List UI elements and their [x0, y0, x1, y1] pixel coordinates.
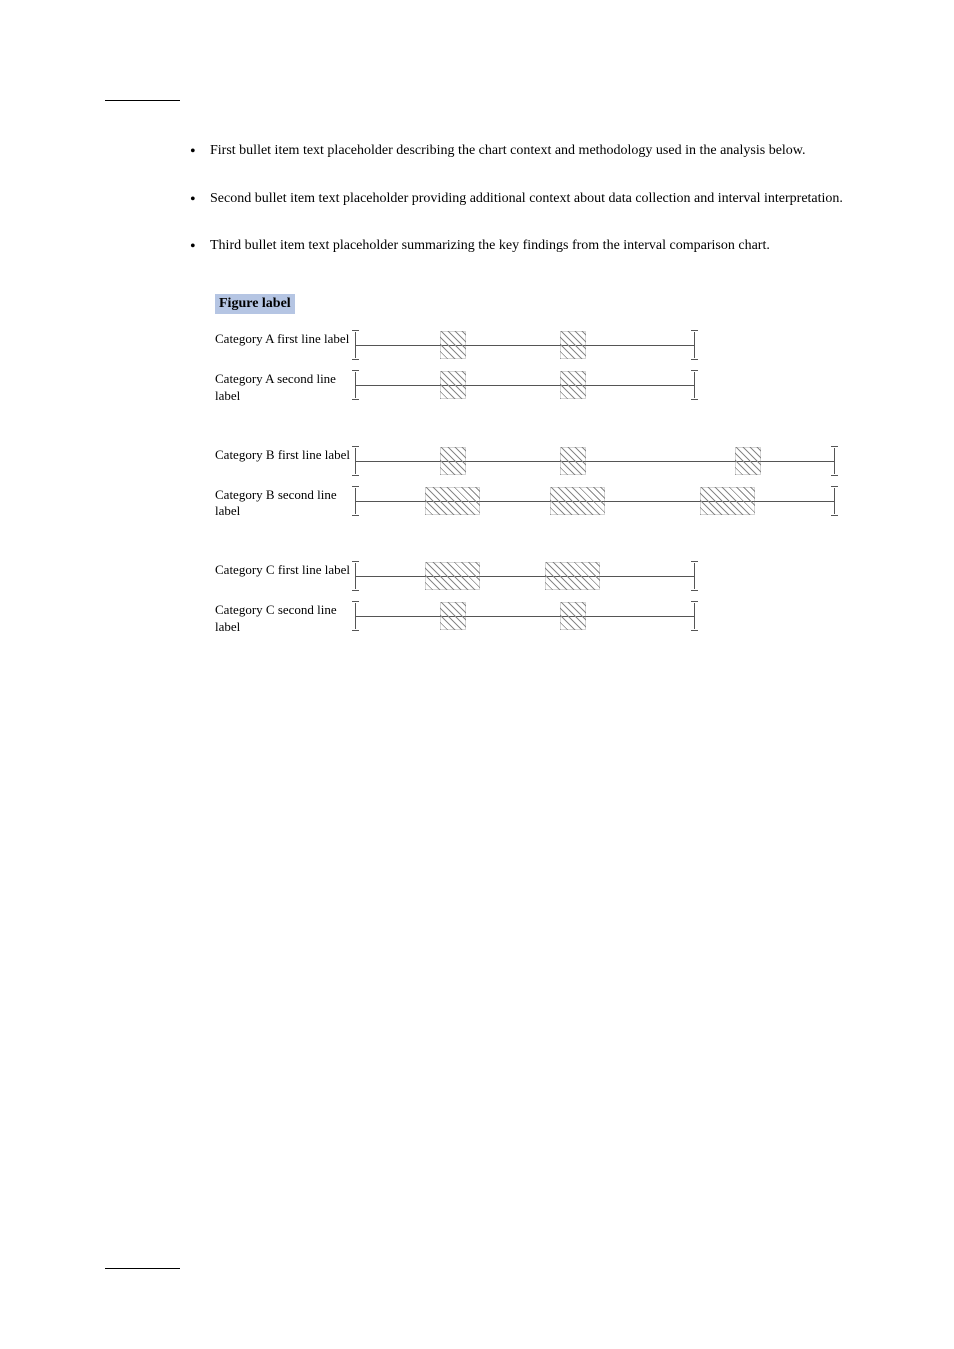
interval-block — [560, 602, 586, 630]
interval-block — [560, 371, 586, 399]
chart-track — [355, 369, 695, 401]
chart-row-label: Category B first line label — [215, 445, 355, 464]
list-item: Second bullet item text placeholder prov… — [210, 189, 854, 209]
interval-chart: Category A first line label Category A se… — [215, 329, 855, 636]
chart-track — [355, 445, 835, 477]
interval-block — [700, 487, 755, 515]
interval-block — [440, 371, 466, 399]
top-rule — [105, 100, 180, 101]
interval-block — [560, 331, 586, 359]
bullet-list: First bullet item text placeholder descr… — [210, 141, 854, 256]
chart-track — [355, 329, 695, 361]
interval-block — [735, 447, 761, 475]
chart-row: Category B second line label — [215, 485, 855, 521]
interval-block — [550, 487, 605, 515]
interval-block — [425, 562, 480, 590]
chart-row: Category A second line label — [215, 369, 855, 405]
chart-row-label: Category C first line label — [215, 560, 355, 579]
chart-track — [355, 560, 695, 592]
list-item: First bullet item text placeholder descr… — [210, 141, 854, 161]
chart-row-label: Category B second line label — [215, 485, 355, 521]
chart-track — [355, 600, 695, 632]
chart-row: Category A first line label — [215, 329, 855, 361]
chart-row: Category C first line label — [215, 560, 855, 592]
interval-block — [560, 447, 586, 475]
chart-row-label: Category A second line label — [215, 369, 355, 405]
chart-row: Category C second line label — [215, 600, 855, 636]
interval-block — [440, 602, 466, 630]
bottom-rule — [105, 1268, 180, 1269]
chart-row-label: Category A first line label — [215, 329, 355, 348]
list-item: Third bullet item text placeholder summa… — [210, 236, 854, 256]
section-highlight: Figure label — [215, 294, 295, 314]
chart-row-label: Category C second line label — [215, 600, 355, 636]
interval-block — [425, 487, 480, 515]
interval-block — [440, 331, 466, 359]
interval-block — [545, 562, 600, 590]
chart-row: Category B first line label — [215, 445, 855, 477]
interval-block — [440, 447, 466, 475]
chart-track — [355, 485, 835, 517]
